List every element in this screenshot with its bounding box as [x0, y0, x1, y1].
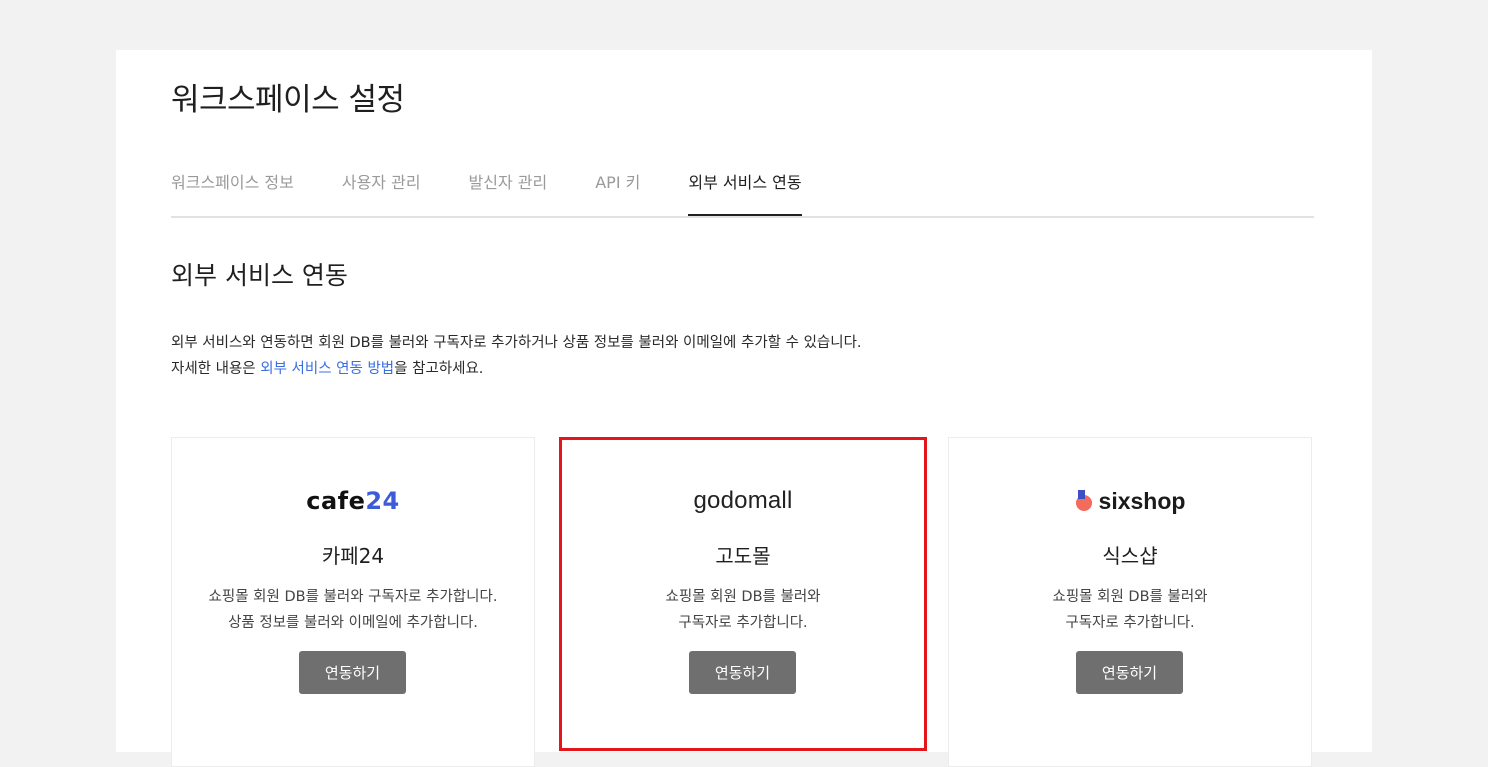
- tab-external-integration[interactable]: 외부 서비스 연동: [688, 162, 802, 216]
- godomall-logo: godomall: [562, 484, 924, 518]
- sixshop-logo-text: sixshop: [1098, 487, 1186, 514]
- cafe24-logo: cafe24: [172, 484, 534, 518]
- card-name: 식스샵: [1102, 544, 1158, 568]
- connect-sixshop-button[interactable]: 연동하기: [1076, 651, 1183, 694]
- card-desc-line-2: 구독자로 추가합니다.: [1065, 615, 1195, 631]
- tab-sender-management[interactable]: 발신자 관리: [469, 162, 548, 214]
- integration-card-cafe24: cafe24 카페24 쇼핑몰 회원 DB를 불러와 구독자로 추가합니다. 상…: [171, 437, 535, 767]
- card-name: 카페24: [321, 544, 385, 568]
- card-desc-line-2: 구독자로 추가합니다.: [678, 615, 808, 631]
- tab-workspace-info[interactable]: 워크스페이스 정보: [171, 162, 294, 214]
- card-name: 고도몰: [715, 544, 771, 568]
- cafe24-logo-number: 24: [365, 487, 400, 515]
- godomall-logo-text: godomall: [693, 487, 793, 514]
- sixshop-mark-icon: [1075, 490, 1092, 511]
- sixshop-logo: sixshop: [949, 484, 1311, 518]
- section-description: 외부 서비스와 연동하면 회원 DB를 불러와 구독자로 추가하거나 상품 정보…: [171, 330, 862, 382]
- tab-api-key[interactable]: API 키: [595, 162, 640, 214]
- integration-card-godomall: godomall 고도몰 쇼핑몰 회원 DB를 불러와 구독자로 추가합니다. …: [559, 437, 927, 751]
- integration-guide-link[interactable]: 외부 서비스 연동 방법: [260, 361, 394, 377]
- card-description: 쇼핑몰 회원 DB를 불러와 구독자로 추가합니다.: [562, 584, 924, 636]
- connect-cafe24-button[interactable]: 연동하기: [299, 651, 406, 694]
- card-description: 쇼핑몰 회원 DB를 불러와 구독자로 추가합니다.: [949, 584, 1311, 636]
- cafe24-logo-text: cafe: [306, 487, 366, 515]
- card-desc-line-1: 쇼핑몰 회원 DB를 불러와: [665, 589, 821, 605]
- settings-panel: 워크스페이스 설정 워크스페이스 정보 사용자 관리 발신자 관리 API 키 …: [116, 50, 1372, 767]
- card-description: 쇼핑몰 회원 DB를 불러와 구독자로 추가합니다. 상품 정보를 불러와 이메…: [172, 584, 534, 636]
- card-desc-line-1: 쇼핑몰 회원 DB를 불러와: [1052, 589, 1208, 605]
- description-prefix: 자세한 내용은: [171, 361, 261, 377]
- description-line-2: 자세한 내용은 외부 서비스 연동 방법을 참고하세요.: [171, 356, 862, 382]
- section-title: 외부 서비스 연동: [171, 261, 348, 290]
- page-title: 워크스페이스 설정: [171, 82, 405, 118]
- card-desc-line-1: 쇼핑몰 회원 DB를 불러와 구독자로 추가합니다.: [208, 589, 498, 605]
- connect-godomall-button[interactable]: 연동하기: [689, 651, 796, 694]
- card-desc-line-2: 상품 정보를 불러와 이메일에 추가합니다.: [228, 615, 478, 631]
- integration-card-sixshop: sixshop 식스샵 쇼핑몰 회원 DB를 불러와 구독자로 추가합니다. 연…: [948, 437, 1312, 767]
- description-suffix: 을 참고하세요.: [394, 361, 484, 377]
- settings-tabs: 워크스페이스 정보 사용자 관리 발신자 관리 API 키 외부 서비스 연동: [171, 162, 1314, 218]
- description-line-1: 외부 서비스와 연동하면 회원 DB를 불러와 구독자로 추가하거나 상품 정보…: [171, 335, 862, 351]
- tab-user-management[interactable]: 사용자 관리: [342, 162, 421, 214]
